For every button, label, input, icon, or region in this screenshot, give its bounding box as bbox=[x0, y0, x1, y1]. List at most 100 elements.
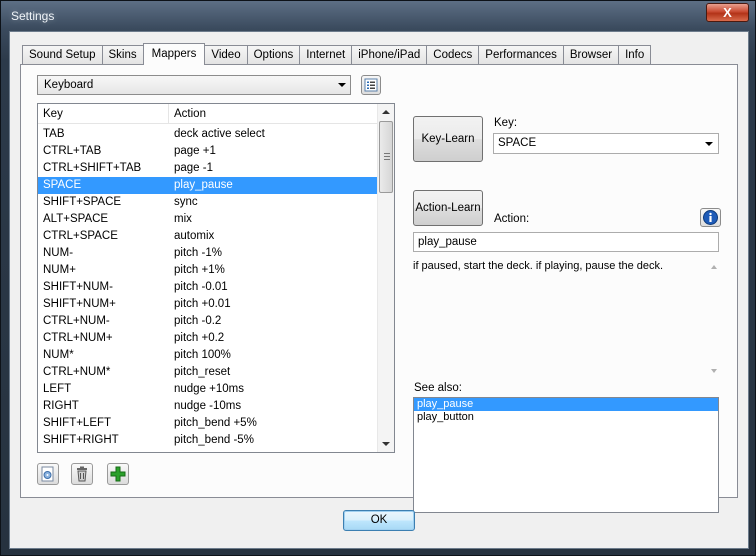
table-row[interactable]: SHIFT+SPACE sync bbox=[38, 194, 378, 211]
scroll-down-icon[interactable] bbox=[382, 442, 390, 446]
row-key: CTRL+TAB bbox=[43, 145, 102, 157]
row-key: NUM- bbox=[43, 247, 74, 259]
table-row[interactable]: LEFT nudge +10ms bbox=[38, 381, 378, 398]
row-key: CTRL+NUM* bbox=[43, 366, 111, 378]
row-key: SHIFT+NUM+ bbox=[43, 298, 116, 310]
row-key: LEFT bbox=[43, 383, 72, 395]
tab-browser[interactable]: Browser bbox=[562, 45, 620, 64]
row-action: pitch_reset bbox=[174, 366, 231, 378]
row-action: pitch +0.2 bbox=[174, 332, 225, 344]
tab-options[interactable]: Options bbox=[246, 45, 301, 64]
scrollbar-thumb[interactable] bbox=[379, 121, 393, 193]
action-field[interactable]: play_pause bbox=[413, 232, 719, 252]
import-icon bbox=[41, 466, 54, 482]
list-item[interactable]: play_button bbox=[414, 411, 718, 424]
add-button[interactable] bbox=[107, 463, 129, 485]
mappers-panel: Keyboard Key Action TAB deck active selec… bbox=[20, 64, 738, 513]
tab-mappers[interactable]: Mappers bbox=[142, 43, 206, 65]
action-learn-button[interactable]: Action-Learn bbox=[413, 190, 483, 226]
tab-info[interactable]: Info bbox=[618, 45, 652, 64]
tab-iphone-ipad[interactable]: iPhone/iPad bbox=[351, 45, 428, 64]
row-key: SHIFT+SPACE bbox=[43, 196, 122, 208]
table-row[interactable]: CTRL+NUM+ pitch +0.2 bbox=[38, 330, 378, 347]
table-row[interactable]: NUM* pitch 100% bbox=[38, 347, 378, 364]
title-bar[interactable]: Settings X bbox=[1, 1, 755, 31]
add-icon bbox=[110, 466, 126, 482]
table-row[interactable]: RIGHT nudge -10ms bbox=[38, 398, 378, 415]
scroll-up-icon[interactable] bbox=[711, 265, 717, 269]
row-action: mix bbox=[174, 213, 192, 225]
row-action: nudge +10ms bbox=[174, 383, 245, 395]
row-key: CTRL+SHIFT+TAB bbox=[43, 162, 142, 174]
key-mapping-table: Key Action TAB deck active select CTRL+TAB… bbox=[37, 103, 395, 453]
tab-sound-setup[interactable]: Sound Setup bbox=[22, 45, 103, 64]
row-key: SPACE bbox=[43, 179, 82, 191]
tab-video[interactable]: Video bbox=[204, 45, 248, 64]
trash-icon bbox=[77, 466, 87, 482]
table-row[interactable]: NUM+ pitch +1% bbox=[38, 262, 378, 279]
table-row[interactable]: CTRL+TAB page +1 bbox=[38, 143, 378, 160]
row-action: pitch +0.01 bbox=[174, 298, 231, 310]
scroll-up-icon[interactable] bbox=[382, 110, 390, 114]
table-body: TAB deck active select CTRL+TAB page +1 CTRL… bbox=[38, 126, 378, 449]
table-row[interactable]: CTRL+NUM* pitch_reset bbox=[38, 364, 378, 381]
tab-bar: Sound Setup Skins Mappers Video Options … bbox=[22, 43, 652, 65]
tab-codecs[interactable]: Codecs bbox=[426, 45, 480, 64]
row-action: pitch_bend -5% bbox=[174, 434, 254, 446]
table-row[interactable]: SHIFT+LEFT pitch_bend +5% bbox=[38, 415, 378, 432]
see-also-label: See also: bbox=[414, 382, 462, 394]
table-row[interactable]: CTRL+SPACE automix bbox=[38, 228, 378, 245]
row-action: pitch_bend +5% bbox=[174, 417, 257, 429]
row-key: SHIFT+LEFT bbox=[43, 417, 112, 429]
table-row[interactable]: CTRL+SHIFT+TAB page -1 bbox=[38, 160, 378, 177]
table-row[interactable]: CTRL+NUM-pitch -0.2 bbox=[38, 313, 378, 330]
table-row[interactable]: SHIFT+RIGHT pitch_bend -5% bbox=[38, 432, 378, 449]
window-title: Settings bbox=[11, 9, 55, 23]
row-action: pitch -1% bbox=[174, 247, 222, 259]
row-action: nudge -10ms bbox=[174, 400, 242, 412]
table-row[interactable]: ALT+SPACE mix bbox=[38, 211, 378, 228]
action-description-text: if paused, start the deck. if playing, p… bbox=[413, 260, 664, 272]
scroll-down-icon[interactable] bbox=[711, 369, 717, 373]
row-action: automix bbox=[174, 230, 215, 242]
list-view-icon bbox=[364, 78, 378, 92]
ok-button[interactable]: OK bbox=[343, 510, 415, 531]
key-label: Key: bbox=[494, 117, 518, 129]
close-button[interactable]: X bbox=[706, 3, 749, 22]
row-key: CTRL+SPACE bbox=[43, 230, 118, 242]
device-dropdown[interactable]: Keyboard bbox=[37, 75, 351, 95]
see-also-list: play_pause play_button bbox=[413, 397, 719, 513]
tab-skins[interactable]: Skins bbox=[101, 45, 144, 64]
table-row[interactable]: SPACE play_pause bbox=[38, 177, 378, 194]
column-header-key[interactable]: Key bbox=[38, 104, 169, 124]
row-key: NUM* bbox=[43, 349, 74, 361]
table-row[interactable]: SHIFT+NUM+ pitch +0.01 bbox=[38, 296, 378, 313]
row-key: CTRL+NUM- bbox=[43, 315, 110, 327]
key-select-value: SPACE bbox=[498, 137, 537, 149]
key-select[interactable]: SPACE bbox=[493, 133, 719, 154]
chevron-down-icon bbox=[338, 83, 346, 87]
tab-performances[interactable]: Performances bbox=[478, 45, 564, 64]
close-icon: X bbox=[723, 5, 732, 20]
list-item[interactable]: play_pause bbox=[414, 398, 718, 411]
row-action: pitch -0.01 bbox=[174, 281, 228, 293]
key-learn-button[interactable]: Key-Learn bbox=[413, 116, 483, 162]
info-button[interactable] bbox=[700, 208, 721, 227]
tab-internet[interactable]: Internet bbox=[299, 45, 353, 64]
row-key: SHIFT+RIGHT bbox=[43, 434, 119, 446]
import-button[interactable] bbox=[37, 463, 59, 485]
table-header: Key Action bbox=[38, 104, 378, 124]
action-description: if paused, start the deck. if playing, p… bbox=[413, 259, 719, 377]
table-row[interactable]: SHIFT+NUM-pitch -0.01 bbox=[38, 279, 378, 296]
table-row[interactable]: NUM-pitch -1% bbox=[38, 245, 378, 262]
row-action: pitch -0.2 bbox=[174, 315, 222, 327]
row-key: TAB bbox=[43, 128, 65, 140]
info-icon bbox=[703, 210, 718, 225]
list-view-button[interactable] bbox=[361, 75, 381, 95]
delete-button[interactable] bbox=[71, 463, 93, 485]
column-header-action[interactable]: Action bbox=[169, 104, 206, 124]
row-key: CTRL+NUM+ bbox=[43, 332, 113, 344]
table-row[interactable]: TAB deck active select bbox=[38, 126, 378, 143]
row-key: ALT+SPACE bbox=[43, 213, 109, 225]
table-scrollbar[interactable] bbox=[377, 104, 394, 452]
